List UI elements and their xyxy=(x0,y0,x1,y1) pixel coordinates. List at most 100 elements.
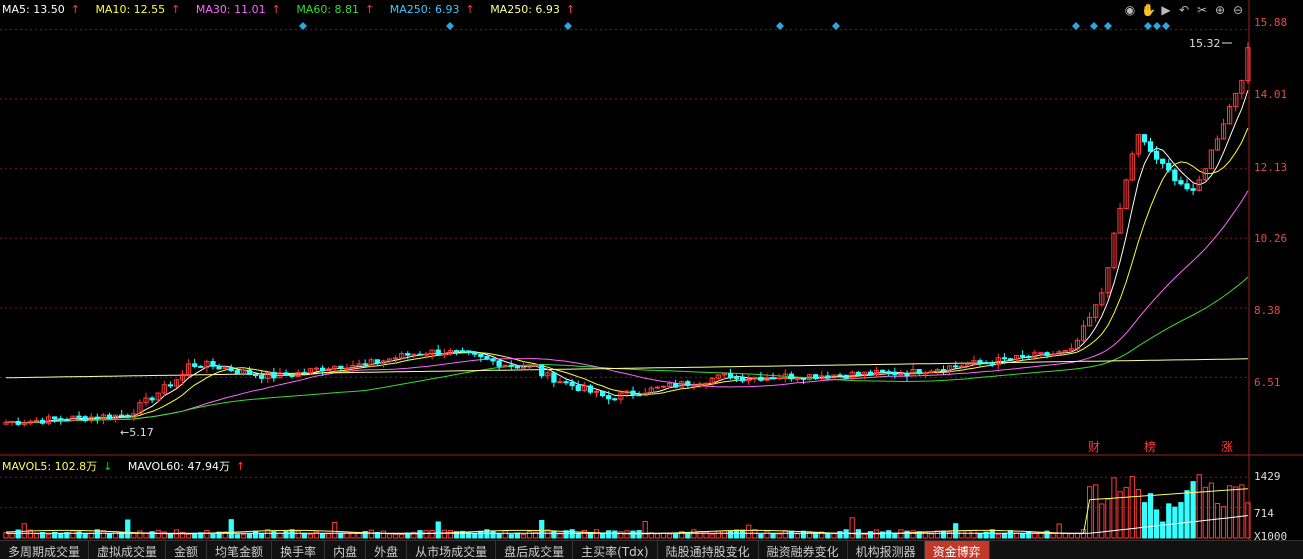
volume-bar xyxy=(776,533,782,539)
candle-body xyxy=(691,384,697,387)
candle-body xyxy=(551,372,557,383)
volume-bar xyxy=(307,533,314,539)
candle-body xyxy=(733,377,740,380)
tab-hk-connect[interactable]: 陆股通持股变化 xyxy=(658,541,759,559)
volume-bar xyxy=(204,529,210,539)
volume-bar xyxy=(709,533,715,539)
volume-bar xyxy=(989,529,995,539)
volume-bar xyxy=(1153,509,1160,539)
volume-bar xyxy=(392,533,399,539)
volume-bar xyxy=(520,533,527,539)
volume-bar xyxy=(928,533,934,539)
tab-margin[interactable]: 融资融券变化 xyxy=(759,541,848,559)
ma-legend: MA5: 13.50 ↑ MA10: 12.55 ↑ MA30: 11.01 ↑ MA… xyxy=(2,3,587,19)
tab-amount[interactable]: 金额 xyxy=(166,541,208,559)
candle-body xyxy=(1160,158,1166,164)
volume-bar xyxy=(228,519,234,539)
candle-body xyxy=(569,381,575,387)
tab-avg-amount[interactable]: 均笔金额 xyxy=(207,541,273,559)
candle-body xyxy=(685,381,691,386)
volume-bar xyxy=(886,530,892,539)
candle-body xyxy=(453,350,460,353)
zoom-in-icon[interactable]: ⊕ xyxy=(1213,3,1227,17)
tab-outer[interactable]: 外盘 xyxy=(366,541,408,559)
candle-body xyxy=(898,373,904,376)
volume-bar xyxy=(526,530,533,539)
ma250-line xyxy=(5,358,1248,379)
volume-bar xyxy=(904,530,910,539)
candle-body xyxy=(362,363,368,366)
volume-bar xyxy=(508,534,514,539)
volume-bar xyxy=(618,531,624,539)
volume-bar xyxy=(770,533,776,539)
candle-body xyxy=(52,416,58,420)
candle-body xyxy=(374,359,380,364)
volume-bar xyxy=(125,519,131,539)
volume-tick: 1429 xyxy=(1254,470,1281,483)
candle-body xyxy=(125,414,131,418)
candle-body xyxy=(459,350,466,353)
candle-body xyxy=(216,365,222,370)
event-marker-icon xyxy=(564,22,572,30)
volume-bar xyxy=(1013,532,1020,539)
candle-body xyxy=(636,394,642,397)
volume-bar xyxy=(1062,532,1068,539)
event-marker-icon xyxy=(776,22,784,30)
volume-bar xyxy=(910,530,916,539)
candle-body xyxy=(813,374,819,379)
volume-bar xyxy=(1117,491,1123,539)
candle-body xyxy=(1007,358,1014,361)
volume-bar xyxy=(271,531,277,539)
candle-body xyxy=(1147,141,1154,152)
ma5-line xyxy=(5,90,1249,424)
event-marker-icon xyxy=(1072,22,1080,30)
tab-inner[interactable]: 内盘 xyxy=(325,541,367,559)
volume-bar xyxy=(326,533,332,539)
candle-body xyxy=(916,369,922,374)
play-icon[interactable]: ▶ xyxy=(1159,3,1173,17)
volume-bar xyxy=(295,530,301,539)
volume-bar xyxy=(934,530,941,539)
hand-icon[interactable]: ✋ xyxy=(1141,3,1156,17)
candle-body xyxy=(758,376,764,381)
volume-bar xyxy=(1214,503,1221,539)
tab-multi-period-volume[interactable]: 多周期成交量 xyxy=(0,541,90,559)
volume-bar xyxy=(922,531,928,539)
eye-icon[interactable]: ◉ xyxy=(1123,3,1137,17)
volume-bar xyxy=(289,529,295,539)
volume-bar xyxy=(9,532,15,539)
candle-body xyxy=(1172,169,1178,182)
candle-body xyxy=(508,364,514,367)
volume-bar xyxy=(581,530,587,539)
ma250-value-b: MA250: 6.93 ↑ xyxy=(490,3,576,16)
candle-body xyxy=(484,356,490,360)
volume-bar xyxy=(1190,481,1196,539)
candle-body xyxy=(167,384,174,387)
scissors-icon[interactable]: ✂ xyxy=(1195,3,1209,17)
tab-institution[interactable]: 机构报测器 xyxy=(848,541,925,559)
tab-turnover[interactable]: 换手率 xyxy=(272,541,326,559)
event-marker-icon xyxy=(1153,22,1161,30)
tab-virtual-volume[interactable]: 虚拟成交量 xyxy=(89,541,167,559)
candle-body xyxy=(940,369,947,372)
volume-bar xyxy=(386,533,393,539)
tab-capital-game[interactable]: 资金博弈 xyxy=(924,541,990,559)
tab-buy-ratio[interactable]: 主买率(Tdx) xyxy=(573,541,658,559)
undo-icon[interactable]: ↶ xyxy=(1177,3,1191,17)
volume-tick: 714 xyxy=(1254,507,1274,520)
volume-bar xyxy=(758,533,764,539)
volume-bar xyxy=(825,532,831,539)
tab-after-hours[interactable]: 盘后成交量 xyxy=(496,541,574,559)
volume-bar xyxy=(746,524,752,539)
tab-market-volume[interactable]: 从市场成交量 xyxy=(407,541,497,559)
volume-bar xyxy=(764,530,770,539)
volume-bar xyxy=(666,533,673,539)
candle-body xyxy=(466,350,472,353)
candle-body xyxy=(1178,180,1184,185)
volume-bar xyxy=(660,532,667,539)
zoom-out-icon[interactable]: ⊖ xyxy=(1231,3,1245,17)
candle-body xyxy=(1184,183,1190,190)
candle-body xyxy=(593,390,600,393)
volume-bar xyxy=(447,530,454,539)
volume-bar xyxy=(569,529,575,539)
